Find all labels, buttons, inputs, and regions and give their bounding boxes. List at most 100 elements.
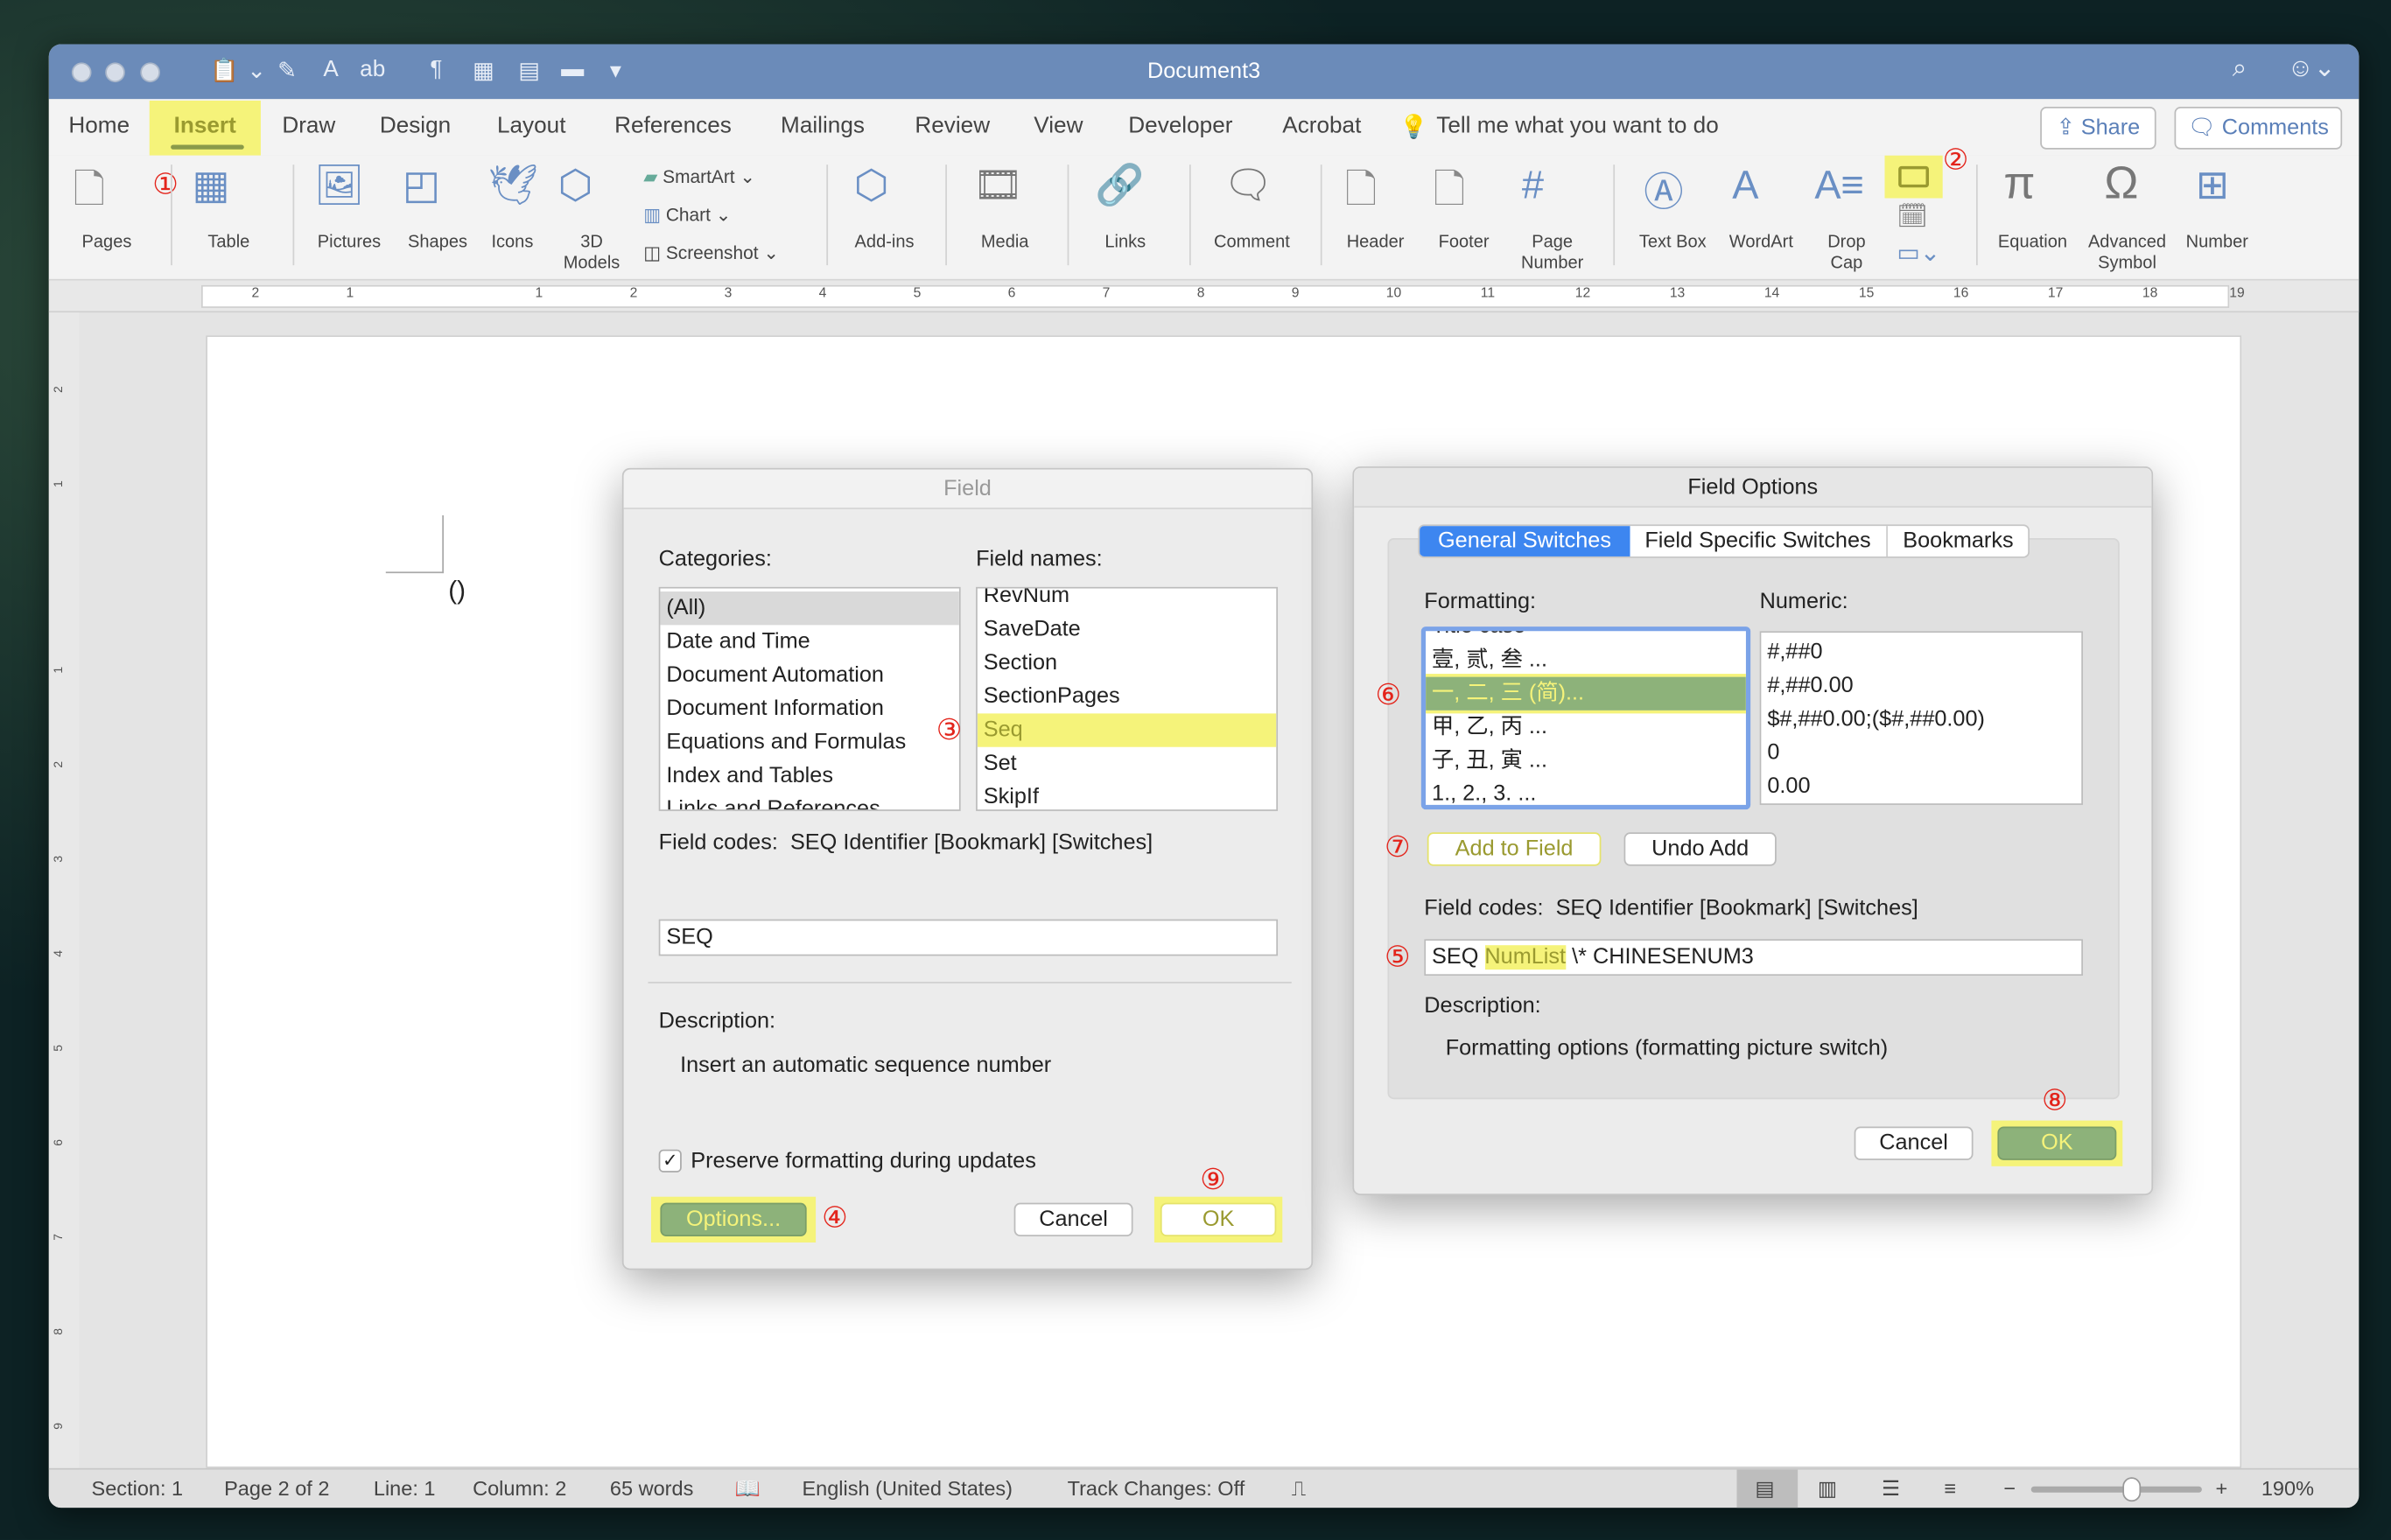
status-page[interactable]: Page 2 of 2 bbox=[224, 1477, 329, 1500]
field-name-item-selected[interactable]: Seq bbox=[977, 713, 1277, 747]
smiley-feedback-icon[interactable]: ☺⌄ bbox=[2287, 53, 2335, 84]
number-button[interactable]: ⊞ Number bbox=[2177, 162, 2257, 260]
field-names-list[interactable]: RevNum SaveDate Section SectionPages Seq… bbox=[976, 586, 1279, 811]
search-icon[interactable]: ⌕ bbox=[2233, 53, 2247, 84]
smartart-button[interactable]: ▰ SmartArt ⌄ bbox=[643, 166, 755, 187]
header-button[interactable]: 🗋 Header bbox=[1333, 162, 1419, 260]
pages-button[interactable]: 🗋 Pages bbox=[61, 162, 153, 260]
field-name-item[interactable]: SkipIf bbox=[978, 780, 1276, 809]
zoom-in-icon[interactable]: + bbox=[2216, 1477, 2228, 1500]
vertical-ruler[interactable]: 2 1 1 2 3 4 5 6 7 8 9 bbox=[48, 312, 80, 1468]
formatting-item[interactable]: 子, 丑, 寅 ... bbox=[1426, 744, 1746, 777]
links-button[interactable]: 🔗 Links bbox=[1080, 162, 1172, 260]
numeric-item[interactable]: 0 bbox=[1761, 737, 2081, 770]
table-button[interactable]: ▦ Table bbox=[183, 162, 275, 260]
media-button[interactable]: 🎞 Media bbox=[961, 162, 1049, 260]
formatting-list[interactable]: Title case 壹, 贰, 叁 ... 一, 二, 三 (简)... 甲,… bbox=[1420, 626, 1751, 810]
category-item-selected[interactable]: (All) bbox=[660, 592, 959, 626]
zoom-slider-thumb[interactable] bbox=[2122, 1477, 2142, 1502]
insert-field-button[interactable] bbox=[1884, 155, 1943, 199]
wordart-button[interactable]: A WordArt bbox=[1720, 162, 1802, 260]
footer-button[interactable]: 🗋 Footer bbox=[1421, 162, 1507, 260]
3d-models-button[interactable]: ⬡ 3D Models bbox=[549, 162, 635, 277]
field-name-item[interactable]: SectionPages bbox=[978, 680, 1276, 713]
field-placeholder[interactable]: () bbox=[448, 577, 466, 607]
numeric-item[interactable]: #,##0.00 bbox=[1761, 669, 2081, 703]
tab-insert[interactable]: Insert bbox=[174, 113, 236, 139]
icons-button[interactable]: 🕊 Icons bbox=[482, 162, 543, 260]
preserve-formatting-checkbox[interactable]: ✓ bbox=[658, 1149, 682, 1172]
status-words[interactable]: 65 words bbox=[610, 1477, 693, 1500]
advanced-symbol-button[interactable]: Ω Advanced Symbol bbox=[2079, 158, 2174, 277]
zoom-out-icon[interactable]: − bbox=[2003, 1477, 2016, 1500]
comments-button[interactable]: 🗨 Comments bbox=[2174, 106, 2343, 150]
tab-home[interactable]: Home bbox=[68, 113, 130, 139]
pictures-button[interactable]: 🖼 Pictures bbox=[305, 162, 390, 260]
tab-general-switches[interactable]: General Switches bbox=[1420, 526, 1630, 556]
field-name-item[interactable]: Section bbox=[978, 647, 1276, 680]
draft-view-icon[interactable]: ≡ bbox=[1944, 1477, 1956, 1500]
numeric-item[interactable]: 0.00 bbox=[1761, 770, 2081, 803]
tab-layout[interactable]: Layout bbox=[497, 113, 565, 139]
status-section[interactable]: Section: 1 bbox=[92, 1477, 184, 1500]
cancel-button[interactable]: Cancel bbox=[1854, 1126, 1974, 1160]
category-item[interactable]: Links and References bbox=[660, 793, 958, 809]
numeric-list[interactable]: #,##0 #,##0.00 $#,##0.00;($#,##0.00) 0 0… bbox=[1759, 631, 2083, 805]
drop-cap-button[interactable]: A≡ Drop Cap bbox=[1806, 162, 1888, 277]
add-to-field-button[interactable]: Add to Field bbox=[1427, 832, 1602, 866]
tab-developer[interactable]: Developer bbox=[1128, 113, 1232, 139]
comment-button[interactable]: 🗨 Comment bbox=[1202, 162, 1302, 260]
category-item[interactable]: Equations and Formulas bbox=[660, 725, 958, 759]
category-item[interactable]: Document Automation bbox=[660, 659, 958, 692]
tell-me-search[interactable]: Tell me what you want to do bbox=[1436, 113, 1719, 139]
formatting-item[interactable]: 壹, 贰, 叁 ... bbox=[1426, 643, 1746, 676]
categories-list[interactable]: (All) Date and Time Document Automation … bbox=[658, 586, 961, 811]
tab-draw[interactable]: Draw bbox=[282, 113, 335, 139]
field-name-item[interactable]: RevNum bbox=[978, 589, 1276, 613]
proofing-icon[interactable]: 📖 bbox=[735, 1477, 761, 1502]
object-icon[interactable]: ▭⌄ bbox=[1897, 238, 1940, 269]
undo-add-button[interactable]: Undo Add bbox=[1623, 832, 1777, 866]
formatting-item-selected[interactable]: 一, 二, 三 (简)... bbox=[1426, 674, 1746, 714]
cancel-button[interactable]: Cancel bbox=[1013, 1202, 1133, 1237]
macro-icon[interactable]: ⎍ bbox=[1292, 1477, 1306, 1502]
outline-view-icon[interactable]: ☰ bbox=[1882, 1477, 1900, 1502]
chart-button[interactable]: ▥ Chart ⌄ bbox=[643, 204, 731, 225]
tab-review[interactable]: Review bbox=[915, 113, 990, 139]
date-time-icon[interactable]: 🗓 bbox=[1897, 201, 1927, 232]
field-code-input[interactable]: SEQ NumList \* CHINESENUM3 bbox=[1424, 939, 2083, 976]
page-number-button[interactable]: # Page Number bbox=[1510, 162, 1595, 277]
web-layout-icon[interactable]: ▥ bbox=[1818, 1477, 1837, 1502]
field-name-item[interactable]: Set bbox=[978, 747, 1276, 780]
share-button[interactable]: ⇪ Share bbox=[2040, 106, 2156, 150]
shapes-button[interactable]: ◰ Shapes bbox=[396, 162, 479, 260]
tab-field-specific-switches[interactable]: Field Specific Switches bbox=[1630, 526, 1888, 556]
ok-button[interactable]: OK bbox=[1997, 1126, 2117, 1160]
field-name-item[interactable]: SaveDate bbox=[978, 612, 1276, 646]
status-language[interactable]: English (United States) bbox=[802, 1477, 1013, 1500]
category-item[interactable]: Document Information bbox=[660, 692, 958, 725]
print-layout-view-button[interactable]: ▤ bbox=[1736, 1469, 1799, 1508]
numeric-item[interactable]: #,##0 bbox=[1761, 636, 2081, 669]
ok-button[interactable]: OK bbox=[1160, 1202, 1277, 1237]
status-track-changes[interactable]: Track Changes: Off bbox=[1068, 1477, 1245, 1500]
screenshot-button[interactable]: ◫ Screenshot ⌄ bbox=[643, 242, 779, 263]
tab-references[interactable]: References bbox=[614, 113, 732, 139]
formatting-item[interactable]: 甲, 乙, 丙 ... bbox=[1426, 710, 1746, 744]
numeric-item[interactable]: $#,##0.00;($#,##0.00) bbox=[1761, 703, 2081, 736]
options-button[interactable]: Options... bbox=[660, 1202, 807, 1237]
category-item[interactable]: Index and Tables bbox=[660, 760, 958, 793]
equation-button[interactable]: π Equation bbox=[1988, 158, 2077, 260]
field-code-input[interactable]: SEQ bbox=[658, 919, 1279, 956]
category-item[interactable]: Date and Time bbox=[660, 625, 958, 658]
zoom-slider[interactable] bbox=[2030, 1477, 2202, 1502]
tab-mailings[interactable]: Mailings bbox=[781, 113, 865, 139]
zoom-level[interactable]: 190% bbox=[2261, 1477, 2314, 1500]
tab-bookmarks[interactable]: Bookmarks bbox=[1888, 526, 2029, 556]
tab-design[interactable]: Design bbox=[380, 113, 451, 139]
tab-view[interactable]: View bbox=[1034, 113, 1083, 139]
text-box-button[interactable]: Ⓐ Text Box bbox=[1629, 162, 1717, 260]
add-ins-button[interactable]: ⬡ Add-ins bbox=[842, 162, 928, 260]
horizontal-ruler[interactable]: 2 1 1 2 3 4 5 6 7 8 9 10 11 12 13 14 15 16 17 18 19 bbox=[48, 280, 2359, 313]
formatting-item[interactable]: Title case bbox=[1426, 631, 1746, 643]
